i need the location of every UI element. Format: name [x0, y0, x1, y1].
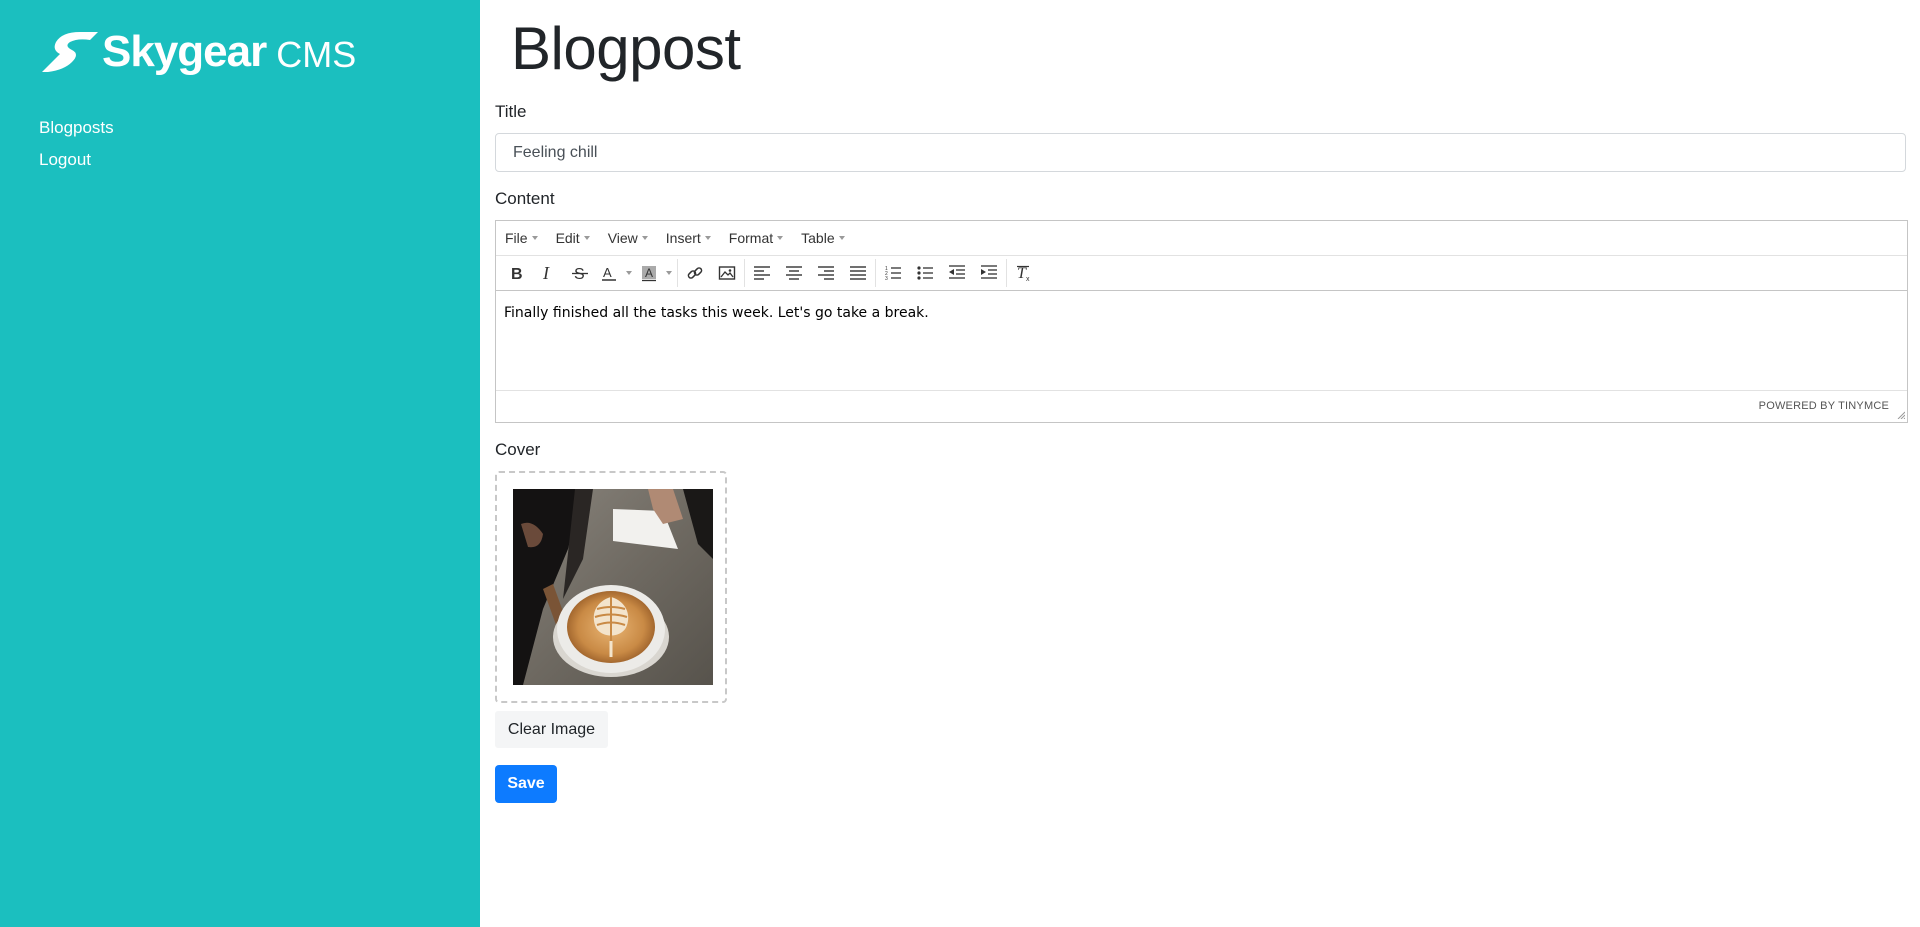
chevron-down-icon	[704, 236, 711, 240]
align-center-icon	[786, 266, 802, 280]
strikethrough-button[interactable]: S	[564, 259, 596, 287]
clear-formatting-icon: Tx	[1017, 265, 1030, 282]
menu-insert[interactable]: Insert	[661, 230, 716, 246]
background-color-swatch[interactable]: A	[636, 259, 662, 287]
powered-by-label[interactable]: POWERED BY TINYMCE	[1759, 400, 1889, 412]
bullet-list-button[interactable]	[909, 259, 941, 287]
background-color-button[interactable]: A	[636, 259, 676, 287]
editor-menubar: File Edit View Insert Format Table	[496, 221, 1907, 256]
outdent-button[interactable]	[941, 259, 973, 287]
svg-text:x: x	[1026, 276, 1030, 282]
svg-text:I: I	[542, 264, 550, 282]
numbered-list-button[interactable]: 123	[877, 259, 909, 287]
sidebar-item-logout[interactable]: Logout	[39, 144, 114, 176]
content-label: Content	[495, 189, 555, 208]
toolbar-divider	[875, 259, 876, 287]
align-justify-icon	[850, 266, 866, 280]
menu-label: Insert	[665, 230, 701, 246]
image-button[interactable]	[711, 259, 743, 287]
svg-text:B: B	[511, 266, 523, 282]
bullet-list-icon	[917, 266, 933, 280]
sidebar-nav: Blogposts Logout	[39, 112, 114, 176]
menu-label: File	[505, 230, 528, 246]
toolbar-divider	[677, 259, 678, 287]
page-title: Blogpost	[511, 15, 741, 82]
indent-button[interactable]	[973, 259, 1005, 287]
chevron-down-icon	[531, 236, 538, 240]
svg-text:3: 3	[885, 276, 888, 282]
save-button[interactable]: Save	[495, 765, 557, 803]
align-center-button[interactable]	[778, 259, 810, 287]
cover-label: Cover	[495, 440, 541, 459]
chevron-down-icon	[583, 236, 590, 240]
indent-icon	[981, 265, 997, 279]
text-color-icon: A	[602, 265, 616, 281]
align-left-button[interactable]	[746, 259, 778, 287]
title-input[interactable]	[495, 133, 1906, 172]
outdent-icon	[949, 265, 965, 279]
brand-suffix: CMS	[276, 34, 357, 75]
editor-toolbar: B I S A A 1 2 3 T x	[496, 256, 1907, 291]
align-left-icon	[754, 266, 770, 280]
editor-statusbar: POWERED BY TINYMCE	[496, 391, 1907, 421]
chevron-down-icon	[641, 236, 648, 240]
align-right-button[interactable]	[810, 259, 842, 287]
chevron-down-icon[interactable]	[622, 259, 636, 287]
bold-button[interactable]: B	[500, 259, 532, 287]
title-label: Title	[495, 102, 527, 121]
text-color-button[interactable]: A	[596, 259, 636, 287]
link-icon	[687, 267, 703, 279]
cover-image-dropzone[interactable]	[495, 471, 727, 703]
strikethrough-icon: S	[572, 266, 588, 282]
rich-text-editor: File Edit View Insert Format Table B I S…	[495, 220, 1908, 423]
chevron-down-icon[interactable]	[662, 259, 676, 287]
italic-icon: I	[542, 264, 550, 282]
bold-icon: B	[511, 266, 523, 282]
resize-handle-icon[interactable]	[1897, 411, 1905, 419]
skygear-logo[interactable]: Skygear CMS	[38, 26, 356, 78]
menu-label: Edit	[555, 230, 580, 246]
svg-text:A: A	[603, 265, 612, 280]
clear-formatting-button[interactable]: Tx	[1008, 259, 1040, 287]
cover-image	[513, 489, 713, 685]
text-color-swatch[interactable]: A	[596, 259, 622, 287]
menu-label: Format	[728, 230, 774, 246]
image-icon	[718, 266, 736, 280]
menu-file[interactable]: File	[500, 230, 543, 246]
menu-table[interactable]: Table	[796, 230, 849, 246]
toolbar-divider	[1006, 259, 1007, 287]
background-color-icon: A	[642, 266, 656, 282]
chevron-down-icon	[838, 236, 845, 240]
brand-name: Skygear	[102, 27, 267, 76]
menu-view[interactable]: View	[603, 230, 653, 246]
sidebar-item-blogposts[interactable]: Blogposts	[39, 112, 114, 144]
coffee-photo-icon	[513, 489, 713, 685]
align-justify-button[interactable]	[842, 259, 874, 287]
sidebar: Skygear CMS Blogposts Logout	[0, 0, 480, 927]
menu-edit[interactable]: Edit	[551, 230, 595, 246]
link-button[interactable]	[679, 259, 711, 287]
chevron-down-icon	[777, 236, 784, 240]
align-right-icon	[818, 266, 834, 280]
numbered-list-icon: 123	[885, 266, 901, 282]
menu-label: Table	[801, 230, 835, 246]
skygear-logo-icon	[42, 32, 98, 72]
editor-content-area[interactable]: Finally finished all the tasks this week…	[496, 291, 1907, 391]
toolbar-divider	[744, 259, 745, 287]
italic-button[interactable]: I	[532, 259, 564, 287]
menu-label: View	[607, 230, 638, 246]
svg-text:A: A	[645, 266, 653, 280]
menu-format[interactable]: Format	[724, 230, 788, 246]
clear-image-button[interactable]: Clear Image	[495, 711, 608, 748]
